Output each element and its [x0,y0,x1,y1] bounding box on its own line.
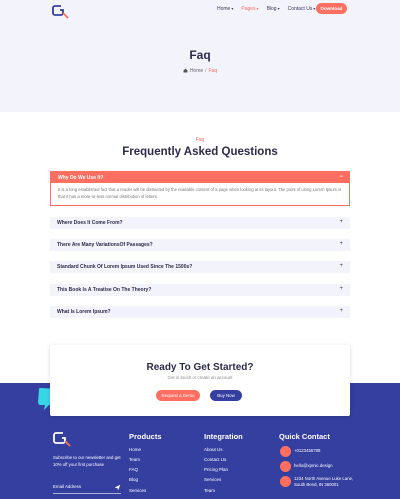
nav-label: Home [217,6,231,12]
nav-item-pages[interactable]: Pages▾ [241,6,258,12]
home-icon [183,68,188,73]
footer-link[interactable]: Services [129,488,146,493]
newsletter-text: Subscribe to our newsletter and get 10% … [53,455,121,467]
faq-item[interactable]: This Book Is A Treatise On The Theory? + [50,284,350,296]
faq-item-expanded: Why Do We Use It? − It is a long establi… [50,171,350,206]
footer-link[interactable]: Team [204,488,215,493]
nav-label: Contact Us [287,6,313,12]
faq-eyebrow: Faq [195,137,205,143]
page-title: Faq [189,48,211,62]
breadcrumb-current: Faq [208,68,218,74]
nav-item-blog[interactable]: Blog▾ [267,6,280,12]
cta-title: Ready To Get Started? [146,362,254,373]
faq-item[interactable]: Where Does It Come From? + [50,217,350,229]
integration-title: Integration [204,432,243,441]
footer-link[interactable]: FAQ [129,467,138,472]
location-icon [280,476,291,487]
cta-card: Ready To Get Started? Get in touch or cr… [50,345,350,416]
chevron-down-icon: ▾ [231,6,234,11]
nav-label: Pages [241,6,256,12]
chevron-down-icon: ▾ [277,6,280,11]
send-icon[interactable] [114,484,121,491]
breadcrumb-separator: / [205,68,207,74]
products-title: Products [129,432,162,441]
faq-item[interactable]: What Is Lorem Ipsum? + [50,306,350,318]
nav-label: Blog [266,6,277,12]
faq-item[interactable]: There Are Many VariationsOf Passages? + [50,239,350,251]
faq-question: Why Do We Use It? [58,174,104,181]
breadcrumb-home[interactable]: Home [190,68,203,74]
footer-link[interactable]: Team [129,457,140,462]
footer-link[interactable]: About Us [204,447,223,452]
request-demo-button[interactable]: Request a Demo [156,390,200,401]
plus-icon[interactable]: + [339,263,343,269]
faq-heading: Frequently Asked Questions [122,146,278,158]
nav-item-contact[interactable]: Contact Us▾ [288,6,316,12]
faq-question-header[interactable]: Why Do We Use It? − [51,172,349,183]
main-nav: Home▾ Pages▾ Blog▾ Contact Us▾ [217,6,315,12]
contact-email[interactable]: hello@xpmic.design [294,463,354,469]
plus-icon[interactable]: + [339,241,343,247]
plus-icon[interactable]: + [339,286,343,292]
quick-contact-title: Quick Contact [279,432,330,441]
footer-link[interactable]: Services [204,477,221,482]
contact-address: 1234 North Avenue Luke Lane, South Bend,… [294,476,354,487]
download-button[interactable]: Download [316,3,347,14]
plus-icon[interactable]: + [339,308,343,314]
cta-subtitle: Get in touch or create an account [167,375,233,380]
footer-link[interactable]: Blog [129,477,138,482]
buy-now-button[interactable]: Buy Now [210,390,242,401]
nav-item-home[interactable]: Home▾ [217,6,233,12]
logo-icon[interactable] [52,5,70,19]
contact-phone[interactable]: +0123456788 [294,448,354,454]
faq-question: What Is Lorem Ipsum? [57,309,111,315]
plus-icon[interactable]: + [339,219,343,225]
footer-logo-icon[interactable] [53,432,73,447]
faq-question: There Are Many VariationsOf Passages? [57,242,153,248]
footer-link[interactable]: Home [129,447,141,452]
mail-icon [280,461,291,472]
email-input[interactable]: Email Address [53,484,121,494]
breadcrumb: Home / Faq [0,68,400,74]
faq-item[interactable]: Standard Chunk Of Lorem Ipsum Used Since… [50,261,350,273]
chevron-down-icon: ▾ [256,6,259,11]
faq-question: Where Does It Come From? [57,220,123,226]
footer-link[interactable]: Pricing Plan [204,467,228,472]
faq-question: This Book Is A Treatise On The Theory? [57,287,152,293]
faq-answer: It is a long established fact that a rea… [58,187,342,199]
footer-link[interactable]: Contact Us [204,457,226,462]
phone-icon [280,446,291,457]
faq-question: Standard Chunk Of Lorem Ipsum Used Since… [57,264,193,270]
minus-icon[interactable]: − [339,174,343,180]
